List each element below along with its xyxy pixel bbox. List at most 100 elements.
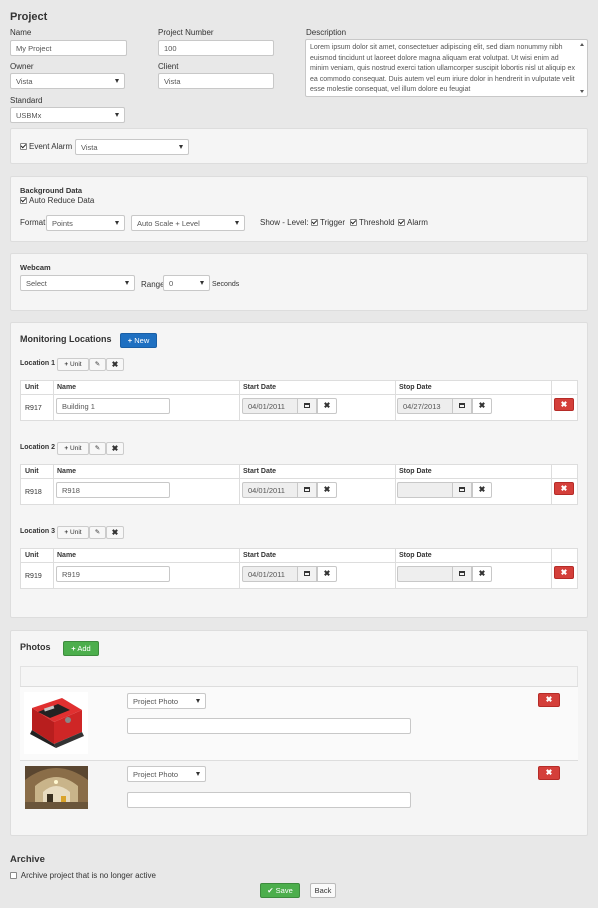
- project-number-label: Project Number: [158, 28, 214, 37]
- location-name-input[interactable]: R919: [56, 566, 170, 582]
- event-alarm-checkbox[interactable]: [20, 143, 27, 150]
- edit-location-button[interactable]: ✎: [89, 526, 106, 539]
- stop-date-input[interactable]: 04/27/2013: [397, 398, 453, 414]
- auto-reduce-row[interactable]: Auto Reduce Data: [20, 196, 94, 205]
- alarm-checkbox[interactable]: [398, 219, 405, 226]
- description-scrollbar[interactable]: [578, 41, 586, 95]
- close-icon: ✖: [560, 484, 568, 493]
- trigger-checkbox[interactable]: [311, 219, 318, 226]
- show-level-label: Show - Level:: [260, 218, 309, 227]
- start-date-input[interactable]: 04/01/2011: [242, 482, 298, 498]
- owner-select-value: Vista: [16, 77, 33, 86]
- add-unit-button[interactable]: + Unit: [57, 442, 89, 455]
- stop-calendar-button[interactable]: [452, 398, 472, 414]
- delete-location-button[interactable]: ✖: [106, 358, 124, 371]
- start-calendar-button[interactable]: [297, 566, 317, 582]
- start-date-input[interactable]: 04/01/2011: [242, 398, 298, 414]
- scale-select[interactable]: Auto Scale + Level: [131, 215, 245, 231]
- add-unit-button[interactable]: + Unit: [57, 358, 89, 371]
- start-calendar-button[interactable]: [297, 482, 317, 498]
- trigger-row[interactable]: Trigger: [311, 218, 345, 227]
- stop-clear-button[interactable]: ✖: [472, 398, 492, 414]
- threshold-checkbox[interactable]: [350, 219, 357, 226]
- alarm-row[interactable]: Alarm: [398, 218, 428, 227]
- start-clear-button[interactable]: ✖: [317, 482, 337, 498]
- chevron-down-icon: [196, 699, 200, 703]
- close-icon: ✖: [111, 444, 119, 453]
- close-icon: ✖: [111, 360, 119, 369]
- photo-type-select[interactable]: Project Photo: [127, 693, 206, 709]
- standard-select[interactable]: USBMx: [10, 107, 125, 123]
- description-textarea[interactable]: Lorem ipsum dolor sit amet, consectetuer…: [305, 39, 588, 97]
- start-calendar-button[interactable]: [297, 398, 317, 414]
- col-start-date: Start Date: [243, 552, 277, 559]
- add-photo-button[interactable]: + Add: [63, 641, 99, 656]
- event-alarm-select[interactable]: Vista: [75, 139, 189, 155]
- plus-icon: +: [64, 445, 69, 452]
- project-heading: Project: [10, 11, 48, 23]
- scroll-down-icon[interactable]: [580, 90, 584, 93]
- edit-location-button[interactable]: ✎: [89, 442, 106, 455]
- event-alarm-checkbox-row[interactable]: Event Alarm: [20, 142, 72, 151]
- remove-unit-button[interactable]: ✖: [554, 482, 574, 495]
- background-data-panel: [10, 176, 588, 242]
- unit-cell: R917: [25, 405, 42, 412]
- range-select-value: 0: [169, 279, 174, 288]
- edit-icon: ✎: [94, 529, 101, 536]
- location-name-input[interactable]: R918: [56, 482, 170, 498]
- auto-reduce-label: Auto Reduce Data: [29, 196, 95, 205]
- new-location-button[interactable]: + New: [120, 333, 157, 348]
- close-icon: ✖: [323, 485, 331, 494]
- photo-row: [20, 760, 578, 818]
- background-data-heading: Background Data: [20, 186, 83, 195]
- remove-unit-button[interactable]: ✖: [554, 566, 574, 579]
- stop-calendar-button[interactable]: [452, 566, 472, 582]
- stop-date-input[interactable]: [397, 482, 453, 498]
- stop-clear-button[interactable]: ✖: [472, 566, 492, 582]
- unit-button-label: Unit: [70, 361, 82, 368]
- scale-select-value: Auto Scale + Level: [137, 219, 200, 228]
- format-select[interactable]: Points: [46, 215, 125, 231]
- stop-clear-button[interactable]: ✖: [472, 482, 492, 498]
- client-input[interactable]: Vista: [158, 73, 274, 89]
- remove-photo-button[interactable]: ✖: [538, 693, 560, 707]
- photo-caption-input[interactable]: [127, 792, 411, 808]
- description-text: Lorem ipsum dolor sit amet, consectetuer…: [310, 44, 575, 93]
- unit-button-label: Unit: [70, 445, 82, 452]
- scroll-up-icon[interactable]: [580, 43, 584, 46]
- delete-location-button[interactable]: ✖: [106, 526, 124, 539]
- photo-caption-input[interactable]: [127, 718, 411, 734]
- col-unit: Unit: [25, 384, 39, 391]
- range-select[interactable]: 0: [163, 275, 210, 291]
- event-alarm-select-value: Vista: [81, 143, 98, 152]
- delete-location-button[interactable]: ✖: [106, 442, 124, 455]
- archive-row[interactable]: Archive project that is no longer active: [10, 871, 156, 880]
- project-number-input[interactable]: 100: [158, 40, 274, 56]
- plus-icon: +: [64, 529, 69, 536]
- start-date-input[interactable]: 04/01/2011: [242, 566, 298, 582]
- stop-date-input[interactable]: [397, 566, 453, 582]
- col-stop-date: Stop Date: [399, 552, 432, 559]
- threshold-row[interactable]: Threshold: [350, 218, 395, 227]
- remove-photo-button[interactable]: ✖: [538, 766, 560, 780]
- start-clear-button[interactable]: ✖: [317, 566, 337, 582]
- start-clear-button[interactable]: ✖: [317, 398, 337, 414]
- seconds-label: Seconds: [212, 281, 240, 288]
- photo-type-select[interactable]: Project Photo: [127, 766, 206, 782]
- location-name-input[interactable]: Building 1: [56, 398, 170, 414]
- remove-unit-button[interactable]: ✖: [554, 398, 574, 411]
- calendar-icon: [304, 571, 310, 576]
- add-unit-button[interactable]: + Unit: [57, 526, 89, 539]
- owner-select[interactable]: Vista: [10, 73, 125, 89]
- location-label: Location 1: [20, 360, 56, 367]
- archive-checkbox[interactable]: [10, 872, 17, 879]
- auto-reduce-checkbox[interactable]: [20, 197, 27, 204]
- webcam-select[interactable]: Select: [20, 275, 135, 291]
- back-button[interactable]: Back: [310, 883, 336, 898]
- close-icon: ✖: [323, 569, 331, 578]
- stop-calendar-button[interactable]: [452, 482, 472, 498]
- name-input[interactable]: My Project: [10, 40, 127, 56]
- edit-location-button[interactable]: ✎: [89, 358, 106, 371]
- save-button[interactable]: ✔ Save: [260, 883, 300, 898]
- calendar-icon: [304, 403, 310, 408]
